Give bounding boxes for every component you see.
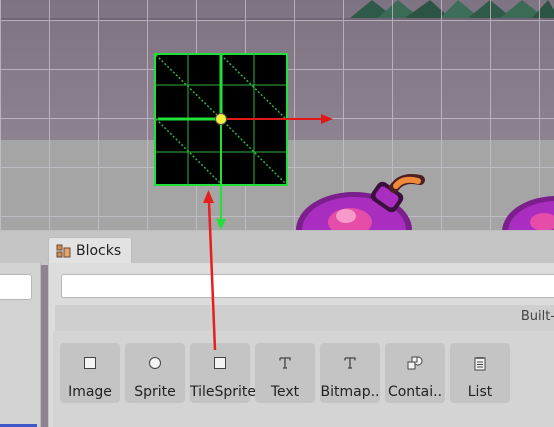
block-list-button[interactable]: List — [450, 343, 510, 403]
square-icon — [60, 355, 120, 371]
block-label: Bitmap.. — [320, 384, 380, 400]
circle-icon — [125, 355, 185, 371]
block-sprite-button[interactable]: Sprite — [125, 343, 185, 403]
block-text-button[interactable]: Text — [255, 343, 315, 403]
blocks-list: Image Sprite TileSprite Text Bitmap.. Co… — [53, 331, 554, 427]
block-container-button[interactable]: Contai.. — [385, 343, 445, 403]
block-label: List — [467, 384, 493, 400]
scene-canvas[interactable] — [0, 0, 554, 230]
block-label: Sprite — [134, 384, 176, 400]
square-icon — [190, 355, 250, 371]
blocks-search-input[interactable] — [61, 274, 554, 298]
block-label: TileSprite — [190, 384, 257, 400]
block-tilesprite-button[interactable]: TileSprite — [190, 343, 257, 403]
text-t-icon — [320, 355, 380, 371]
blocks-panel: Built- Image Sprite TileSprite Text Bitm… — [48, 263, 554, 427]
blocks-group-header[interactable]: Built- — [55, 305, 554, 331]
block-label: Contai.. — [387, 384, 443, 400]
shapes-icon — [385, 355, 445, 371]
notepad-icon — [450, 355, 510, 371]
block-image-button[interactable]: Image — [60, 343, 120, 403]
transform-gizmo — [155, 54, 333, 230]
x-arrow-head-icon[interactable] — [321, 114, 333, 124]
pivot-handle[interactable] — [215, 113, 227, 125]
blocks-group-label: Built- — [520, 309, 554, 324]
left-panel — [0, 263, 41, 427]
block-label: Text — [270, 384, 300, 400]
tab-blocks-label: Blocks — [76, 243, 122, 259]
left-panel-search-field[interactable] — [0, 274, 32, 300]
block-label: Image — [68, 384, 112, 400]
blocks-icon — [56, 244, 71, 258]
block-bitmaptext-button[interactable]: Bitmap.. — [320, 343, 380, 403]
y-arrow-head-icon[interactable] — [216, 219, 226, 230]
tab-blocks[interactable]: Blocks — [48, 237, 133, 264]
text-t-icon — [255, 355, 315, 371]
